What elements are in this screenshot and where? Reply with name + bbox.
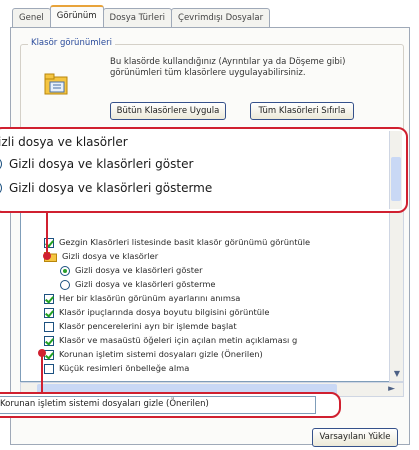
- setting-row[interactable]: Gizli dosya ve klasörleri göster: [60, 264, 203, 277]
- setting-row[interactable]: Gezgin Klasörleri listesinde basit klasö…: [44, 236, 310, 249]
- setting-label: Klasör pencerelerini ayrı bir işlemde ba…: [59, 321, 237, 331]
- setting-row[interactable]: Klasör pencerelerini ayrı bir işlemde ba…: [44, 320, 237, 333]
- zoom-hide-hidden-radio[interactable]: [0, 181, 2, 195]
- scroll-down-icon[interactable]: ▼: [391, 368, 403, 380]
- setting-group-hidden-files: Gizli dosya ve klasörler: [44, 250, 158, 263]
- separate-process-checkbox[interactable]: [44, 321, 54, 332]
- tab-strip: Genel Görünüm Dosya Türleri Çevrimdışı D…: [12, 5, 271, 27]
- folder-views-title: Klasör görünümleri: [28, 38, 115, 48]
- setting-label: Gizli dosya ve klasörleri göster: [75, 265, 203, 275]
- apply-to-all-folders-button[interactable]: Bütün Klasörlere Uygula: [110, 102, 226, 120]
- folder-views-icon: [44, 73, 68, 95]
- show-hidden-files-radio[interactable]: [60, 265, 70, 276]
- zoom-callout-protected-os-files: Korunan işletim sistemi dosyaları gizle …: [0, 392, 341, 418]
- setting-row[interactable]: Gizli dosya ve klasörleri gösterme: [60, 278, 216, 291]
- folder-options-dialog: Genel Görünüm Dosya Türleri Çevrimdışı D…: [0, 0, 419, 450]
- setting-row[interactable]: Korunan işletim sistemi dosyaları gizle …: [44, 348, 263, 361]
- remember-folder-view-checkbox[interactable]: [44, 293, 54, 304]
- zoom-scroll-thumb: [391, 157, 401, 201]
- tab-general[interactable]: Genel: [12, 8, 51, 27]
- zoom-show-hidden-option[interactable]: Gizli dosya ve klasörleri göster: [0, 157, 193, 171]
- folder-views-description: Bu klasörde kullandığınız (Ayrıntılar ya…: [110, 57, 346, 78]
- popup-description-checkbox[interactable]: [44, 335, 54, 346]
- setting-label: Her bir klasörün görünüm ayarlarını anım…: [59, 293, 241, 303]
- zoom-protected-os-files-label: Korunan işletim sistemi dosyaları gizle …: [0, 399, 209, 409]
- tab-file-types[interactable]: Dosya Türleri: [102, 8, 173, 27]
- show-file-size-tips-checkbox[interactable]: [44, 307, 54, 318]
- scroll-right-icon[interactable]: ►: [388, 383, 395, 396]
- setting-label: Küçük resimleri önbelleğe alma: [59, 363, 190, 373]
- zoom-hide-hidden-option[interactable]: Gizli dosya ve klasörleri gösterme: [0, 181, 212, 195]
- setting-label: Klasör ve masaüstü öğeleri için açılan m…: [59, 335, 298, 345]
- reset-all-folders-button[interactable]: Tüm Klasörleri Sıfırla: [250, 102, 354, 120]
- hide-hidden-files-radio[interactable]: [60, 279, 70, 290]
- no-thumbnail-cache-checkbox[interactable]: [44, 363, 54, 374]
- setting-row[interactable]: Küçük resimleri önbelleğe alma: [44, 362, 189, 375]
- setting-label: Gizli dosya ve klasörleri gösterme: [75, 279, 216, 289]
- callout-connector-bottom: [41, 352, 43, 394]
- callout-dot-bottom: [38, 349, 46, 357]
- callout-connector-top: [46, 213, 48, 255]
- setting-label: Korunan işletim sistemi dosyaları gizle …: [59, 349, 263, 359]
- zoom-scrollbar: [389, 131, 402, 209]
- zoom-callout-hidden-files: izli dosya ve klasörler Gizli dosya ve k…: [0, 127, 408, 213]
- callout-dot-top: [43, 252, 51, 260]
- setting-row[interactable]: Her bir klasörün görünüm ayarlarını anım…: [44, 292, 240, 305]
- restore-defaults-button[interactable]: Varsayılanı Yükle: [312, 428, 398, 447]
- zoom-show-hidden-radio[interactable]: [0, 157, 2, 171]
- setting-row[interactable]: Klasör ipuçlarında dosya boyutu bilgisin…: [44, 306, 269, 319]
- zoom-heading: izli dosya ve klasörler: [0, 135, 128, 149]
- setting-row[interactable]: Klasör ve masaüstü öğeleri için açılan m…: [44, 334, 297, 347]
- tab-view[interactable]: Görünüm: [49, 5, 104, 27]
- setting-label: Gizli dosya ve klasörler: [62, 251, 159, 261]
- tab-offline-files[interactable]: Çevrimdışı Dosyalar: [171, 8, 271, 27]
- setting-label: Gezgin Klasörleri listesinde basit klasö…: [59, 237, 311, 247]
- setting-label: Klasör ipuçlarında dosya boyutu bilgisin…: [59, 307, 270, 317]
